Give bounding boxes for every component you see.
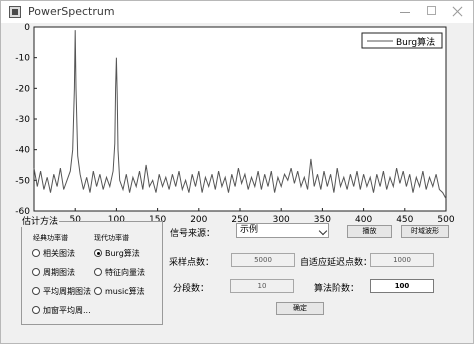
x-tick-label: 250 [231, 215, 248, 223]
app-icon [9, 6, 21, 18]
group-title: 估计方法 [21, 214, 60, 227]
maximize-icon[interactable] [425, 4, 439, 18]
x-tick-label: 500 [437, 215, 454, 223]
chevron-down-icon [318, 226, 328, 236]
segments-field[interactable]: 10 [230, 279, 294, 293]
radio-button-icon [32, 249, 40, 257]
window-title: PowerSpectrum [28, 5, 115, 18]
y-tick-label: -50 [15, 176, 30, 186]
segments-label: 分段数： [173, 284, 210, 294]
x-tick-label: 300 [273, 215, 290, 223]
modern-title: 现代功率谱 [94, 234, 129, 242]
x-tick-label: 400 [355, 215, 372, 223]
adaptive-delay-label: 自适应延迟点数： [300, 258, 373, 268]
y-tick-label: 0 [24, 23, 30, 33]
radio-label: 平均周期图法 [43, 287, 91, 296]
radio-button-icon [94, 287, 102, 295]
radio-label: 相关图法 [43, 249, 75, 258]
radio-button-selected-icon [94, 249, 102, 257]
title-bar[interactable]: PowerSpectrum [1, 1, 473, 23]
classic-title: 经典功率谱 [33, 234, 68, 242]
order-field[interactable]: 100 [370, 279, 434, 293]
y-tick-label: -30 [15, 115, 30, 125]
adaptive-delay-field[interactable]: 1000 [370, 253, 434, 267]
radio-button-icon [32, 306, 40, 314]
radio-label: music算法 [105, 287, 145, 296]
minimize-icon[interactable] [398, 4, 412, 18]
x-tick-label: 450 [396, 215, 413, 223]
signal-source-select[interactable]: 示例 [236, 223, 329, 238]
legend-label: Burg算法 [396, 36, 435, 48]
signal-source-label: 信号来源： [170, 229, 216, 239]
close-icon[interactable] [450, 4, 464, 18]
play-button[interactable]: 播放 [347, 225, 392, 238]
radio-button-icon [32, 287, 40, 295]
y-tick-label: -20 [15, 84, 30, 94]
sample-points-label: 采样点数： [169, 258, 215, 268]
radio-label: 周期图法 [43, 268, 75, 277]
signal-source-value: 示例 [240, 225, 259, 235]
x-tick-label: 200 [190, 215, 207, 223]
radio-button-icon [32, 268, 40, 276]
sample-points-field[interactable]: 5000 [231, 253, 295, 267]
radio-label: 加窗平均周... [43, 306, 91, 315]
radio-button-icon [94, 268, 102, 276]
order-label: 算法阶数： [314, 284, 360, 294]
radio-label: 特征向量法 [105, 268, 145, 277]
x-tick-label: 350 [314, 215, 331, 223]
radio-label: Burg算法 [105, 249, 140, 258]
confirm-button[interactable]: 确定 [276, 302, 324, 315]
legend: Burg算法 [361, 32, 443, 49]
waveform-button[interactable]: 时域波形 [401, 225, 449, 238]
power-spectrum-chart: 050100150200250300350400450500 0-10-20-3… [15, 23, 455, 223]
y-tick-label: -40 [15, 146, 30, 156]
y-tick-label: -10 [15, 54, 30, 64]
app-window: PowerSpectrum 05010015020025030035040045… [0, 0, 474, 344]
